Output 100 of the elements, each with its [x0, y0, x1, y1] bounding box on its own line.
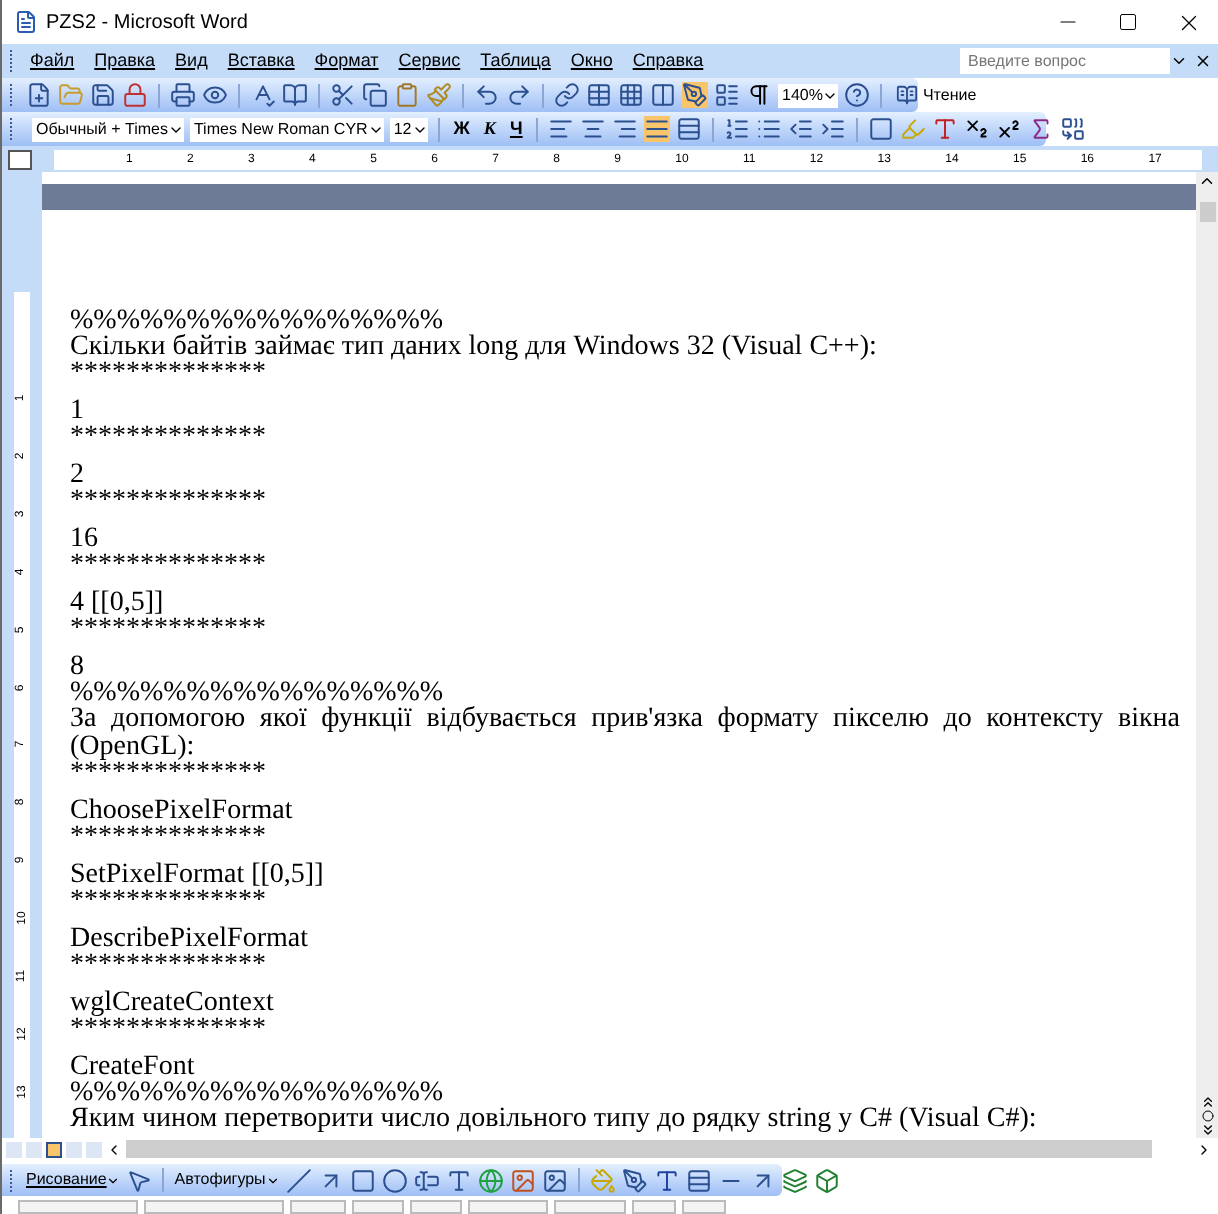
browse-object-icon[interactable]	[1201, 1110, 1213, 1122]
undo-icon[interactable]	[474, 82, 500, 108]
superscript-icon[interactable]	[996, 116, 1023, 142]
dropdown-icon	[265, 1173, 280, 1187]
close-icon[interactable]	[1194, 52, 1212, 70]
font-color-icon[interactable]	[932, 116, 959, 142]
rectangle-icon[interactable]	[349, 1167, 376, 1193]
wordart-icon[interactable]	[445, 1167, 472, 1193]
copy-icon[interactable]	[362, 82, 388, 108]
book-icon	[896, 84, 919, 106]
scroll-left-icon[interactable]	[106, 1141, 122, 1157]
menu-item[interactable]: Вид	[165, 47, 218, 75]
menu-item[interactable]: Окно	[560, 47, 623, 75]
menu-item[interactable]: Формат	[304, 47, 389, 75]
spellcheck-icon[interactable]	[250, 82, 276, 108]
menu-item[interactable]: Справка	[622, 47, 714, 75]
answer-text: 2	[70, 462, 84, 490]
answer-text: 16	[70, 526, 98, 554]
clipboard-icon[interactable]	[394, 82, 420, 108]
previous-page-icon[interactable]	[1199, 1094, 1215, 1110]
pilcrow-icon[interactable]	[746, 82, 772, 108]
pointer-icon[interactable]	[126, 1167, 153, 1193]
link-icon[interactable]	[554, 82, 580, 108]
underline-button[interactable]: Ч	[505, 115, 527, 143]
separator-line: **************	[70, 890, 268, 914]
separator-line: %%%%%%%%%%%%%%%%	[70, 1082, 446, 1106]
grid-icon[interactable]	[618, 82, 644, 108]
maximize-icon	[1118, 12, 1138, 32]
window-title: PZS2 - Microsoft Word	[46, 9, 250, 37]
answer-text: ChoosePixelFormat	[70, 798, 295, 826]
font-size-field[interactable]: 12	[389, 117, 428, 141]
help-search-field[interactable]: Введите вопрос	[960, 48, 1170, 74]
save-icon[interactable]	[90, 82, 116, 108]
separator-line: **************	[70, 362, 268, 386]
new-document-icon[interactable]	[26, 82, 52, 108]
answer-text: SetPixelFormat [[0,5]]	[70, 862, 326, 890]
menu-item[interactable]: Сервис	[388, 47, 471, 75]
line-style-icon[interactable]	[685, 1167, 712, 1193]
numbered-list-icon[interactable]	[724, 116, 751, 142]
separator-line: %%%%%%%%%%%%%%%%	[70, 682, 444, 706]
print-preview-icon[interactable]	[202, 82, 228, 108]
book-icon[interactable]	[282, 82, 308, 108]
scissors-icon[interactable]	[330, 82, 356, 108]
drawing-menu[interactable]: Рисование	[26, 1168, 121, 1192]
lock-icon[interactable]	[122, 82, 148, 108]
scroll-right-icon[interactable]	[1196, 1141, 1212, 1157]
table-icon[interactable]	[586, 82, 612, 108]
menu-item[interactable]: Правка	[84, 47, 166, 75]
answer-text: 4 [[0,5]]	[70, 590, 164, 618]
picture-icon[interactable]	[541, 1167, 568, 1193]
dropdown-icon[interactable]	[1170, 52, 1188, 70]
view-button[interactable]	[46, 1141, 62, 1157]
menu-item[interactable]: Вставка	[217, 47, 305, 75]
font-field[interactable]: Times New Roman CYR	[189, 117, 384, 141]
subscript-icon[interactable]	[964, 116, 991, 142]
cube-icon[interactable]	[813, 1167, 840, 1193]
font-color-icon[interactable]	[653, 1167, 680, 1193]
menu-item[interactable]: Таблица	[470, 47, 561, 75]
style-field[interactable]: Обычный + Times	[32, 117, 184, 141]
answer-text: CreateFont	[70, 1054, 195, 1082]
italic-button[interactable]: К	[479, 115, 500, 143]
zoom-field[interactable]: 140%	[778, 83, 839, 107]
line-icon[interactable]	[285, 1167, 312, 1193]
separator-line: **************	[70, 426, 268, 450]
columns-icon[interactable]	[650, 82, 676, 108]
reading-button[interactable]: Чтение	[892, 83, 981, 107]
question-text: Яким чином перетворити число довільного типу до рядку string у C# (Visual C#):	[70, 1106, 1039, 1134]
align-center-icon[interactable]	[580, 116, 607, 142]
help-icon[interactable]	[844, 82, 871, 108]
scroll-up-icon[interactable]	[1198, 172, 1216, 190]
next-page-icon[interactable]	[1199, 1122, 1215, 1138]
question-text: За допомогою якої функції відбувається прив'язка формату пікселю до контексту вікна (OpenGL):	[70, 706, 1180, 762]
scroll-thumb[interactable]	[1199, 202, 1215, 222]
redo-icon[interactable]	[506, 82, 532, 108]
dropdown-icon	[106, 1173, 121, 1187]
align-left-icon[interactable]	[548, 116, 575, 142]
ellipse-icon[interactable]	[381, 1167, 408, 1193]
border-icon[interactable]	[868, 116, 895, 142]
question-text: Скільки байтів займає тип даних long для Windows 32 (Visual C++):	[70, 334, 879, 362]
pen-icon[interactable]	[682, 82, 708, 108]
menu-item[interactable]: Файл	[20, 47, 85, 75]
separator-line: %%%%%%%%%%%%%%%%	[70, 310, 446, 334]
align-right-icon[interactable]	[612, 116, 639, 142]
separator-line: **************	[70, 554, 268, 578]
line-spacing-icon[interactable]	[676, 116, 703, 142]
bold-button[interactable]: Ж	[449, 115, 474, 143]
autoshapes-menu[interactable]: Автофигуры	[174, 1168, 280, 1192]
justify-icon[interactable]	[644, 116, 671, 142]
separator-line: **************	[70, 618, 268, 642]
answer-text: DescribePixelFormat	[70, 926, 310, 954]
separator-line: **************	[70, 490, 268, 514]
decrease-indent-icon[interactable]	[788, 116, 815, 142]
text-box-icon[interactable]	[413, 1167, 440, 1193]
separator-line: **************	[70, 826, 268, 850]
printer-icon[interactable]	[170, 82, 196, 108]
fill-color-icon[interactable]	[589, 1167, 616, 1193]
tab-selector[interactable]	[8, 149, 32, 169]
increase-indent-icon[interactable]	[820, 116, 847, 142]
answer-text: 8	[70, 654, 84, 682]
paintbrush-icon[interactable]	[426, 82, 452, 108]
